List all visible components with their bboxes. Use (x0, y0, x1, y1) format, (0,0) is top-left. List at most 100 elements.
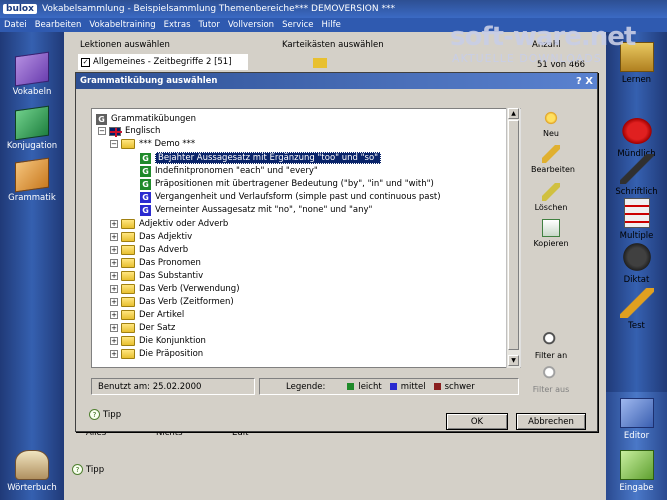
book-icon (15, 157, 49, 193)
folder-icon (121, 284, 135, 294)
grammar-exercise-icon: G (140, 178, 151, 190)
filter-an-label: Filter an (534, 351, 568, 360)
tree-folder[interactable]: + Die Präposition (110, 348, 203, 360)
expand-icon[interactable]: + (110, 337, 118, 345)
neu-button[interactable]: Neu (531, 109, 571, 138)
nav-editor[interactable]: Editor (606, 398, 667, 441)
expand-icon[interactable]: + (110, 324, 118, 332)
scroll-thumb[interactable] (508, 120, 519, 350)
lektion-list[interactable]: ✓ Allgemeines - Zeitbegriffe 2 [51] (78, 54, 248, 70)
menu-tutor[interactable]: Tutor (195, 20, 224, 30)
menu-datei[interactable]: Datei (0, 20, 31, 30)
folder-icon (121, 219, 135, 229)
expand-icon[interactable]: + (110, 233, 118, 241)
tree-exercise[interactable]: G Vergangenheit und Verlaufsform (simple… (140, 191, 441, 203)
nav-grammatik[interactable]: Grammatik (0, 157, 64, 203)
bearbeiten-button[interactable]: Bearbeiten (531, 145, 575, 174)
menu-bearbeiten[interactable]: Bearbeiten (31, 20, 86, 30)
tree-exercise[interactable]: G Indefinitpronomen "each" und "every" (140, 165, 318, 177)
nav-eingabe[interactable]: Eingabe (606, 450, 667, 493)
tree-exercise[interactable]: G Präpositionen mit übertragener Bedeutu… (140, 178, 434, 190)
editor-icon (619, 398, 654, 428)
input-icon (619, 450, 654, 480)
abbrechen-button[interactable]: Abbrechen (516, 413, 586, 430)
legend-label: Legende: (286, 381, 326, 392)
nav-woerterbuch[interactable]: Wörterbuch (0, 450, 64, 493)
menu-vokabeltraining[interactable]: Vokabeltraining (85, 20, 159, 30)
tree-demo[interactable]: − *** Demo *** (110, 138, 195, 150)
expand-icon[interactable]: + (110, 259, 118, 267)
menu-service[interactable]: Service (278, 20, 317, 30)
book-icon (15, 105, 49, 141)
lektion-checkbox[interactable]: ✓ (81, 57, 90, 67)
grammar-exercise-icon: G (140, 165, 151, 177)
filter-aus-button[interactable]: Filter aus (531, 365, 571, 394)
loeschen-button[interactable]: Löschen (531, 183, 571, 212)
expand-icon[interactable]: + (110, 272, 118, 280)
tree-folder[interactable]: + Das Adverb (110, 244, 188, 256)
expand-icon[interactable]: + (110, 220, 118, 228)
grammar-exercise-icon: G (140, 191, 151, 203)
tree-demo-label: *** Demo *** (139, 139, 196, 149)
bg-tipp-button[interactable]: ? Tipp (72, 464, 104, 475)
tree-root[interactable]: G Grammatikübungen (96, 113, 196, 125)
dialog-tipp-button[interactable]: ? Tipp (89, 409, 121, 420)
nav-konjugation[interactable]: Konjugation (0, 105, 64, 151)
tree-englisch[interactable]: − Englisch (98, 125, 160, 137)
nav-lernen-label: Lernen (621, 75, 652, 85)
book-icon (15, 51, 49, 87)
expand-icon[interactable]: + (110, 311, 118, 319)
expand-icon[interactable]: + (110, 285, 118, 293)
expand-icon[interactable]: + (110, 350, 118, 358)
tree-folder-label: Das Pronomen (139, 258, 201, 268)
menu-hilfe[interactable]: Hilfe (318, 20, 345, 30)
menu-vollversion[interactable]: Vollversion (224, 20, 278, 30)
tree-folder-label: Der Artikel (139, 310, 185, 320)
dialog-title: Grammatikübung auswählen (80, 76, 218, 86)
menu-extras[interactable]: Extras (160, 20, 195, 30)
mouth-icon (619, 116, 654, 146)
filter-an-button[interactable]: Filter an (531, 331, 571, 360)
tree-folder[interactable]: + Der Satz (110, 322, 175, 334)
tree-folder[interactable]: + Das Pronomen (110, 257, 201, 269)
nav-muendlich[interactable]: Mündlich (606, 116, 667, 159)
tree-exercise-label: Vergangenheit und Verlaufsform (simple p… (155, 192, 441, 202)
scroll-down-arrow[interactable]: ▼ (508, 355, 519, 366)
tree-folder[interactable]: + Adjektiv oder Adverb (110, 218, 228, 230)
tree-englisch-label: Englisch (125, 126, 161, 136)
nav-vokabeln[interactable]: Vokabeln (0, 51, 64, 97)
tree-exercise[interactable]: G Bejahter Aussagesatz mit Ergänzung "to… (140, 152, 382, 164)
close-button[interactable]: X (585, 76, 593, 87)
folder-icon (121, 258, 135, 268)
collapse-icon[interactable]: − (98, 127, 106, 135)
nav-multiple[interactable]: Multiple (606, 198, 667, 241)
scroll-up-arrow[interactable]: ▲ (508, 108, 519, 119)
nav-diktat[interactable]: Diktat (606, 242, 667, 285)
legend-schwer: schwer (444, 381, 475, 392)
tree-folder[interactable]: + Das Verb (Zeitformen) (110, 296, 234, 308)
grammar-tree[interactable]: G Grammatikübungen − Englisch − *** Demo… (91, 108, 521, 368)
lektion-item[interactable]: Allgemeines - Zeitbegriffe 2 [51] (93, 57, 232, 67)
nav-schriftlich[interactable]: Schriftlich (606, 154, 667, 197)
tree-folder[interactable]: + Das Substantiv (110, 270, 203, 282)
tree-folder[interactable]: + Das Adjektiv (110, 231, 192, 243)
lektionen-label: Lektionen auswählen (80, 40, 170, 50)
tree-folder[interactable]: + Das Verb (Verwendung) (110, 283, 240, 295)
collapse-icon[interactable]: − (110, 140, 118, 148)
tree-scrollbar[interactable]: ▲ ▼ (506, 108, 520, 368)
folder-icon (121, 297, 135, 307)
expand-icon[interactable]: + (110, 298, 118, 306)
karteikaesten-label: Karteikästen auswählen (282, 40, 384, 50)
filter-aus-label: Filter aus (532, 385, 570, 394)
tree-exercise[interactable]: G Verneinter Aussagesatz mit "no", "none… (140, 204, 372, 216)
tree-folder[interactable]: + Die Konjunktion (110, 335, 206, 347)
nav-test[interactable]: Test (606, 288, 667, 331)
pen-icon (619, 154, 654, 184)
help-button[interactable]: ? (576, 76, 582, 87)
ok-button[interactable]: OK (446, 413, 508, 430)
pencil-icon (619, 288, 654, 318)
grammar-exercise-icon: G (140, 204, 151, 216)
expand-icon[interactable]: + (110, 246, 118, 254)
tree-folder[interactable]: + Der Artikel (110, 309, 184, 321)
kopieren-button[interactable]: Kopieren (531, 219, 571, 248)
